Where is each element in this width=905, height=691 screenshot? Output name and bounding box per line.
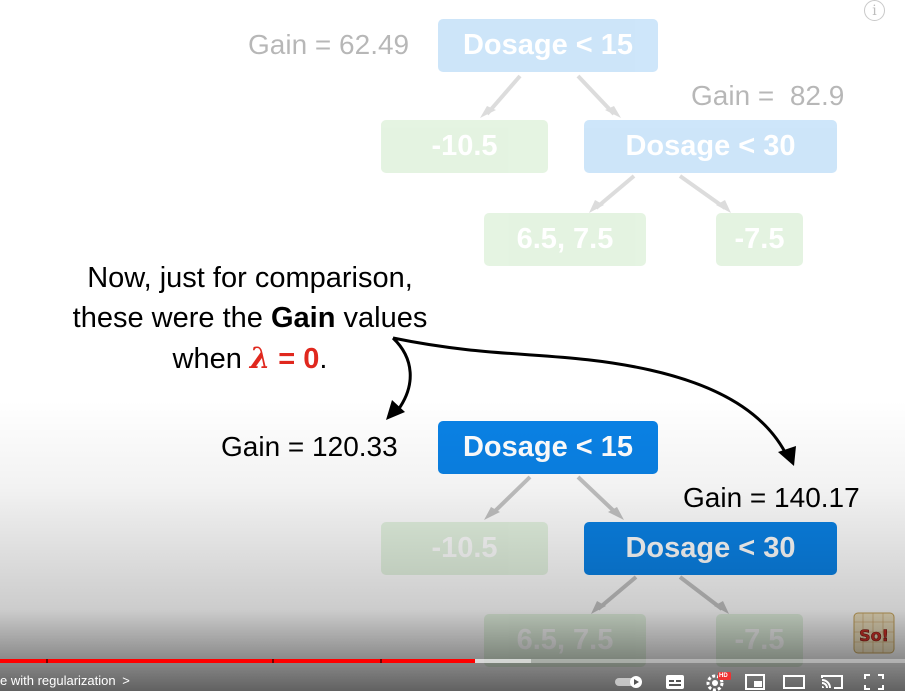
arrow-root-left	[490, 475, 532, 516]
progress-bar[interactable]	[0, 659, 905, 663]
progress-played	[0, 659, 476, 663]
video-frame[interactable]: i Gain = 62.49 Dosage < 15 Gain = 82.9 -…	[0, 0, 905, 691]
chapter-marker	[46, 659, 48, 663]
chapter-marker	[272, 659, 274, 663]
arrow-right-leaf-a	[596, 575, 638, 611]
bottom-left-leaf: -10.5	[381, 522, 548, 575]
hd-badge: HD	[719, 673, 728, 679]
bottom-root-node: Dosage < 15	[438, 421, 658, 474]
autoplay-toggle-icon[interactable]	[614, 672, 644, 691]
bottom-root-gain: Gain = 120.33	[221, 431, 398, 462]
arrow-right-leaf-b	[678, 575, 724, 611]
chapter-title: e with regularization	[0, 673, 116, 688]
miniplayer-icon[interactable]	[744, 672, 766, 691]
logo-text: So!	[859, 626, 889, 645]
chapter-marker	[380, 659, 382, 663]
cast-icon[interactable]	[820, 672, 844, 691]
arrow-root-right	[576, 475, 619, 516]
subtitles-icon[interactable]	[664, 672, 686, 691]
bottom-right-gain: Gain = 140.17	[683, 482, 860, 513]
chevron-right-icon: >	[122, 673, 130, 688]
chapter-title-button[interactable]: e with regularization >	[0, 673, 130, 688]
fullscreen-icon[interactable]	[862, 672, 886, 691]
progress-loaded	[475, 659, 532, 663]
bottom-tree-arrows	[484, 475, 729, 614]
channel-logo: So!	[853, 612, 895, 654]
bottom-right-node: Dosage < 30	[584, 522, 837, 575]
settings-gear-icon[interactable]: HD	[705, 672, 731, 691]
theater-mode-icon[interactable]	[782, 672, 806, 691]
